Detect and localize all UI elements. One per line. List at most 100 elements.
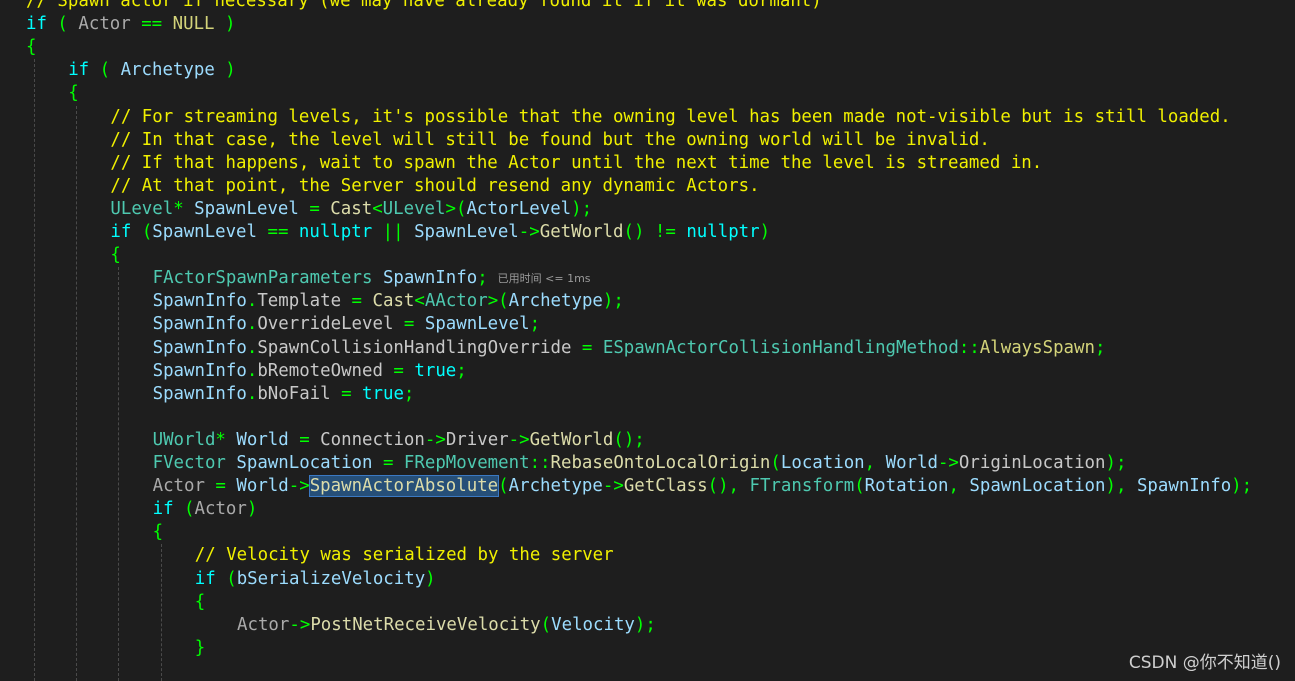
code-token: FRepMovement [403, 453, 530, 473]
code-token: // Velocity was serialized by the server [194, 545, 614, 566]
code-token: . [246, 360, 258, 381]
code-token: if [26, 14, 47, 35]
code-token: { [152, 522, 164, 543]
code-token: Location [780, 453, 865, 473]
code-line[interactable]: SpawnInfo.bRemoteOwned = true; [153, 360, 467, 383]
code-line[interactable]: ULevel* SpawnLevel = Cast<ULevel>(ActorL… [110, 198, 592, 221]
code-token: Archetype [508, 291, 603, 312]
code-token: true [414, 360, 457, 381]
code-token: >( [487, 291, 509, 312]
code-token: SpawnInfo [1136, 476, 1232, 497]
code-token: if [194, 568, 216, 589]
code-line[interactable]: SpawnInfo.SpawnCollisionHandlingOverride… [153, 337, 1106, 360]
code-token: Connection [320, 429, 425, 450]
code-token: :: [529, 453, 551, 473]
code-token: Cast [372, 291, 415, 312]
code-token: nullptr [298, 222, 373, 242]
code-token: Archetype [508, 476, 603, 497]
code-line[interactable]: if (bSerializeVelocity) [195, 568, 436, 591]
code-line[interactable]: } [195, 637, 205, 660]
code-line[interactable]: FActorSpawnParameters SpawnInfo; 已用时间 <= … [153, 267, 591, 290]
code-token: GetWorld [539, 222, 624, 242]
code-line[interactable]: // Velocity was serialized by the server [195, 544, 614, 567]
elapsed-time-hint: 已用时间 <= 1ms [497, 272, 591, 286]
code-token: >( [445, 198, 467, 219]
code-token: = [571, 337, 603, 358]
code-token: * [173, 198, 195, 219]
code-line[interactable]: if ( Actor == NULL ) [26, 13, 235, 36]
code-token: ; [456, 360, 467, 381]
code-token: SpawnInfo [152, 337, 247, 358]
code-token: (); [613, 429, 645, 450]
code-line[interactable]: { [110, 244, 120, 267]
code-token: { [26, 37, 37, 58]
code-token: World [885, 453, 938, 473]
code-token: FActorSpawnParameters [152, 268, 373, 289]
code-line[interactable]: if (SpawnLevel == nullptr || SpawnLevel-… [110, 221, 770, 244]
code-token: AlwaysSpawn [979, 337, 1095, 358]
code-token: SpawnLevel [194, 198, 299, 219]
code-token: () != [623, 222, 687, 242]
code-token: ( [215, 568, 237, 589]
code-token: ULevel [110, 198, 174, 219]
code-token: , [948, 476, 970, 497]
code-token: Driver [445, 429, 509, 450]
code-line[interactable]: if (Actor) [153, 498, 258, 521]
code-line[interactable]: { [68, 82, 78, 105]
code-line[interactable]: // Spawn actor if necessary (we may have… [26, 0, 822, 13]
code-token: -> [508, 429, 530, 450]
code-token: . [246, 314, 258, 335]
code-token: SpawnLevel [424, 314, 530, 335]
code-line[interactable]: SpawnInfo.OverrideLevel = SpawnLevel; [153, 313, 540, 336]
code-token: = [341, 291, 373, 312]
code-token: Actor [78, 14, 131, 35]
code-token: ; [1094, 337, 1106, 358]
code-line[interactable]: Actor->PostNetReceiveVelocity(Velocity); [237, 614, 656, 637]
code-token: SpawnInfo [152, 383, 247, 404]
code-token: ), [1105, 476, 1137, 497]
code-token: ); [1105, 453, 1127, 473]
code-line[interactable]: // In that case, the level will still be… [110, 129, 989, 152]
code-token: SpawnInfo [152, 314, 247, 335]
code-line[interactable]: UWorld* World = Connection->Driver->GetW… [153, 429, 645, 452]
code-token: if [152, 499, 174, 520]
code-line[interactable]: if ( Archetype ) [68, 59, 236, 82]
code-line[interactable]: SpawnInfo.bNoFail = true; [153, 383, 415, 406]
watermark: CSDN @你不知道() [1128, 653, 1281, 673]
code-token: = [382, 360, 415, 381]
indent-guide [118, 267, 120, 681]
code-token: -> [602, 476, 624, 497]
code-line[interactable]: // For streaming levels, it's possible t… [110, 106, 1230, 129]
code-token: { [110, 245, 121, 266]
code-token: PostNetReceiveVelocity [310, 614, 541, 635]
code-token: World [236, 476, 289, 497]
code-line[interactable]: SpawnInfo.Template = Cast<AActor>(Archet… [153, 290, 624, 313]
code-token: SpawnLocation [236, 453, 373, 473]
code-line[interactable]: Actor = World->SpawnActorAbsolute(Archet… [153, 475, 1252, 498]
code-token: // At that point, the Server should rese… [110, 175, 760, 196]
code-token: ( [854, 476, 865, 497]
code-token: Rotation [864, 476, 949, 497]
code-token: GetWorld [529, 429, 614, 450]
code-token: Actor [237, 614, 290, 635]
code-token: -> [518, 222, 540, 242]
code-token: nullptr [686, 222, 760, 242]
code-line[interactable]: FVector SpawnLocation = FRepMovement::Re… [153, 452, 1127, 475]
code-editor[interactable]: // Spawn actor if necessary (we may have… [0, 0, 1295, 681]
code-token: -> [289, 614, 311, 635]
code-token: SpawnInfo [382, 268, 478, 289]
code-line[interactable]: { [195, 591, 205, 614]
code-line[interactable]: // If that happens, wait to spawn the Ac… [110, 152, 1042, 175]
code-line[interactable]: // At that point, the Server should rese… [110, 175, 759, 198]
code-token: OverrideLevel [257, 314, 394, 335]
code-token: // In that case, the level will still be… [110, 129, 990, 150]
code-token: World [236, 429, 289, 450]
code-token: = [204, 476, 237, 497]
code-token: ) [214, 14, 236, 35]
code-token: // Spawn actor if necessary (we may have… [26, 0, 822, 11]
code-line[interactable]: { [153, 521, 163, 544]
code-token: SpawnInfo [152, 360, 247, 381]
code-line[interactable]: { [26, 36, 36, 59]
code-token: -> [288, 476, 310, 497]
